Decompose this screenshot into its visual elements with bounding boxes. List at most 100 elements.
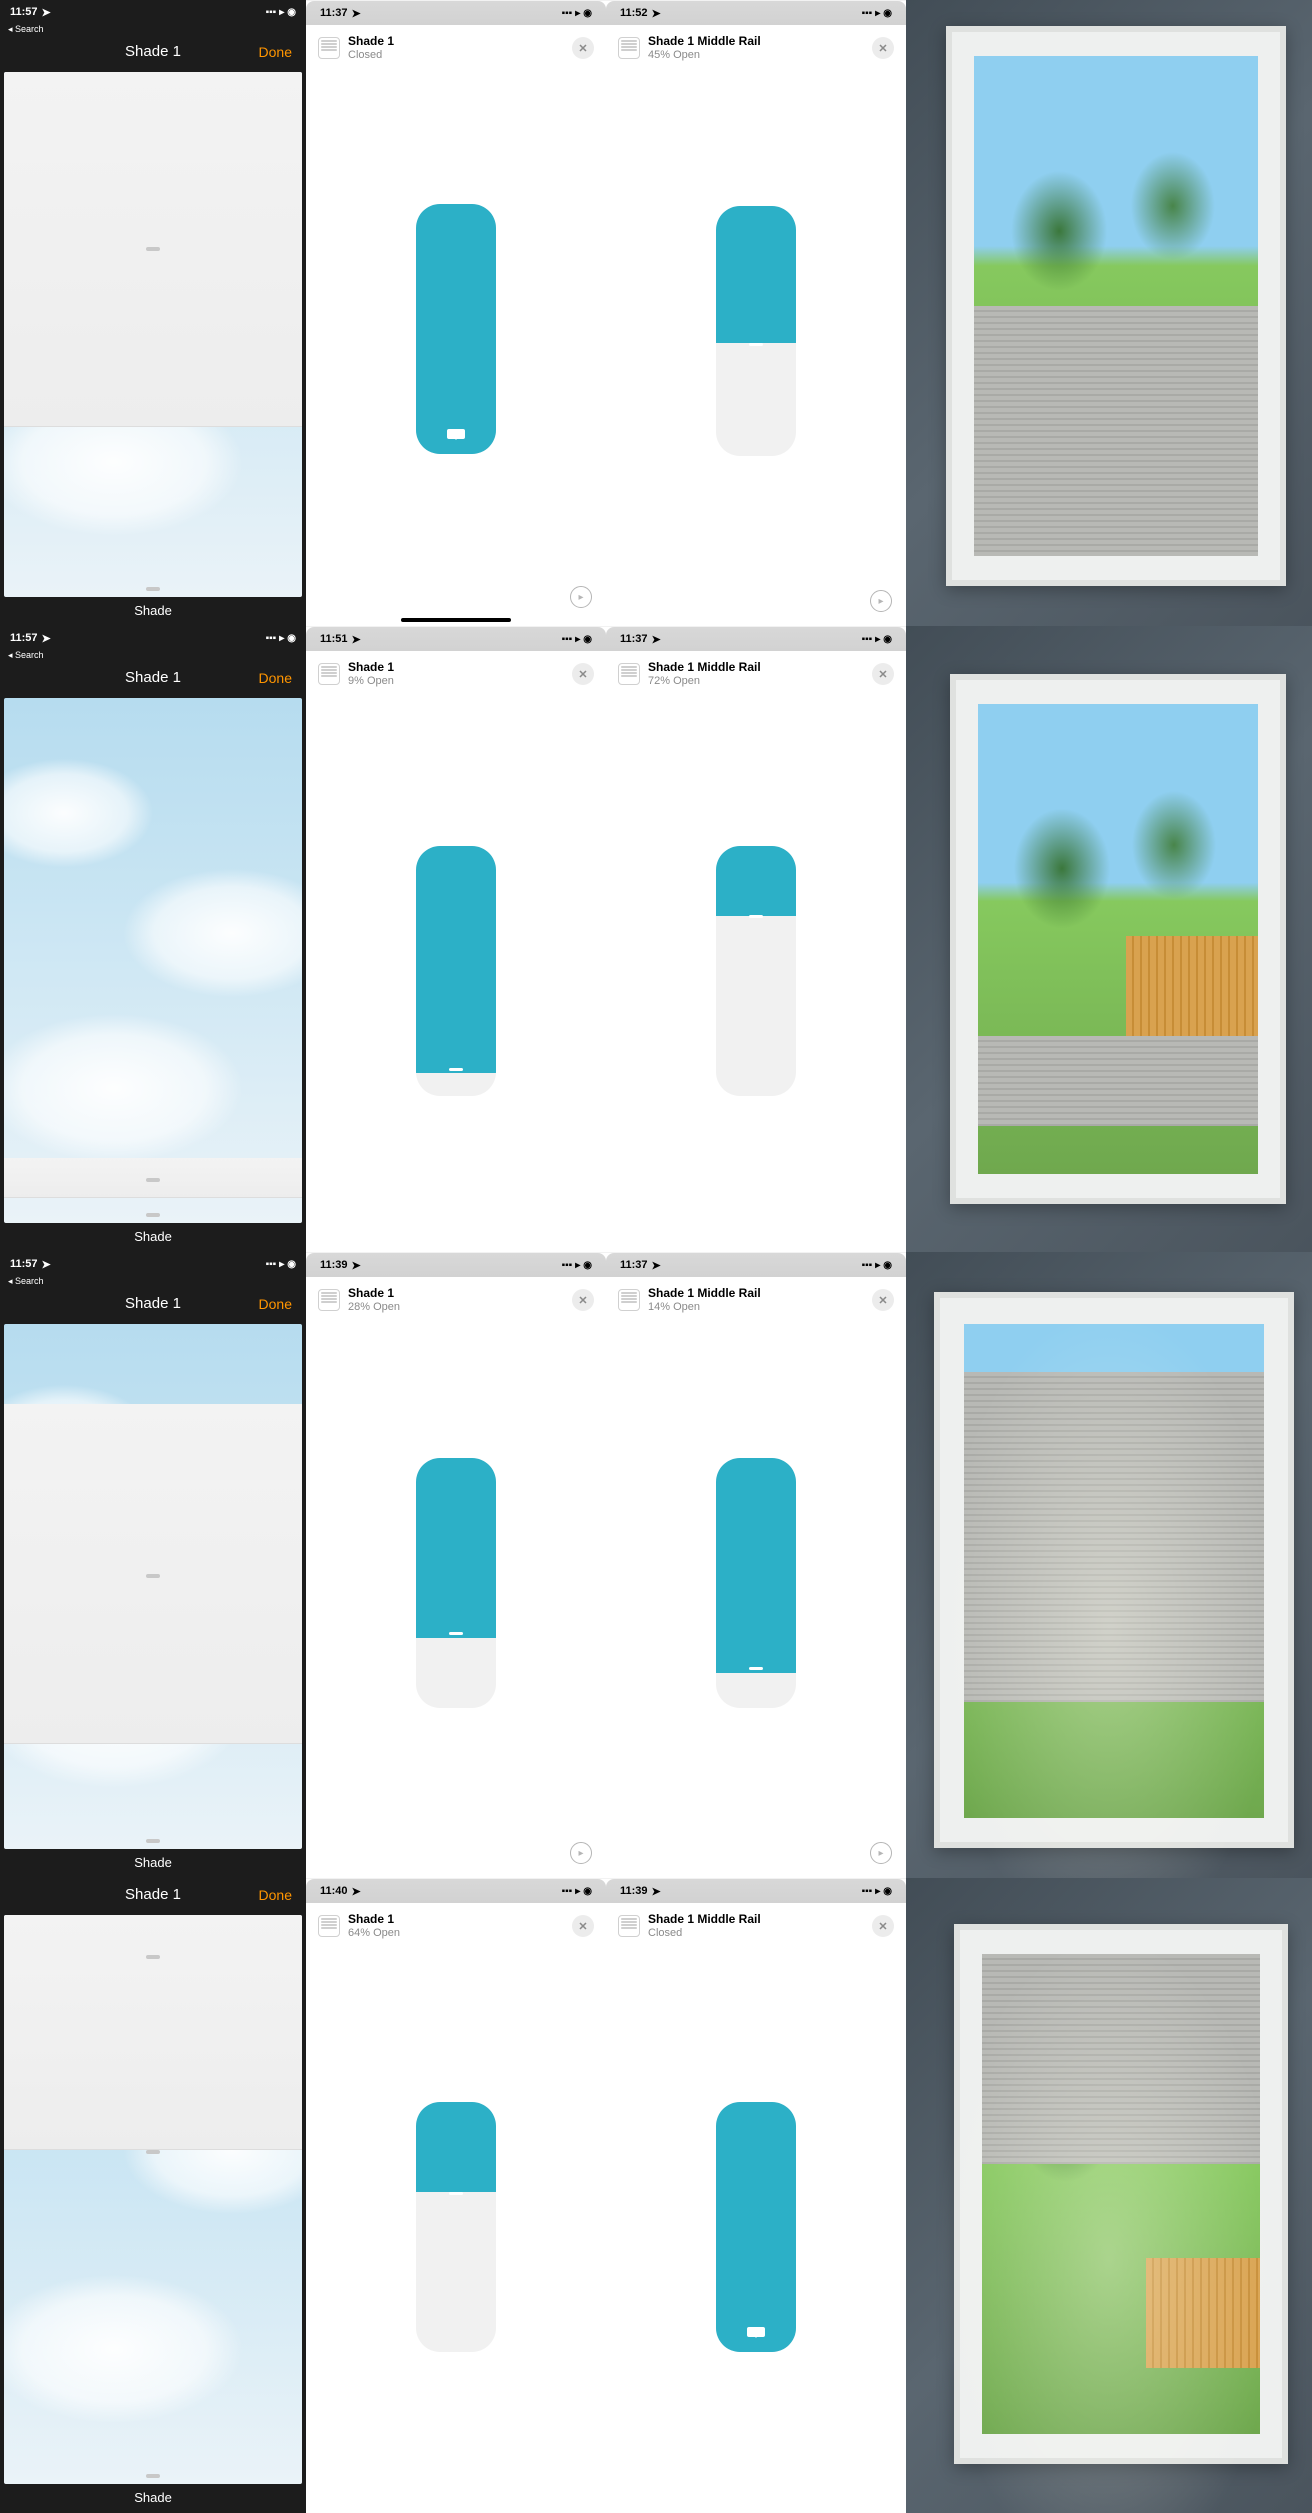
- status-icons: ▪▪▪▸◉: [862, 8, 892, 19]
- accessory-name: Shade 1 Middle Rail: [648, 1287, 864, 1301]
- shade-cover[interactable]: [4, 72, 302, 427]
- slider-handle-dash[interactable]: [749, 915, 763, 918]
- rail-mark: [146, 1574, 160, 1578]
- shade-slider[interactable]: [416, 204, 496, 454]
- shade-icon: [318, 1915, 340, 1937]
- shade-control-panel: 11:39➤▪▪▪▸◉ Shade 1 28% Open ✕ ▸: [306, 1252, 606, 1878]
- accessory-info: Shade 1 Middle Rail 45% Open: [648, 35, 864, 61]
- slider-area: [606, 697, 906, 1244]
- shade-control-panel: 11:37➤▪▪▪▸◉ Shade 1 Middle Rail 14% Open…: [606, 1252, 906, 1878]
- settings-button[interactable]: ▸: [870, 590, 892, 612]
- rail-mark: [146, 247, 160, 251]
- slider-handle-dash[interactable]: [449, 2192, 463, 2195]
- done-button[interactable]: Done: [259, 1887, 292, 1903]
- shade-control-panel: 11:40➤▪▪▪▸◉ Shade 1 64% Open ✕: [306, 1878, 606, 2513]
- close-button[interactable]: ✕: [572, 663, 594, 685]
- slider-handle-dash[interactable]: [449, 1632, 463, 1635]
- accessory-info: Shade 1 Middle Rail 72% Open: [648, 661, 864, 687]
- status-time: 11:39: [320, 1259, 348, 1271]
- blind-visual[interactable]: [4, 698, 302, 1223]
- shade-title: Shade 1: [125, 43, 181, 60]
- slider-handle-dash[interactable]: [449, 1068, 463, 1071]
- status-bar: 11:37➤▪▪▪▸◉: [606, 627, 906, 651]
- window-photo: [906, 626, 1312, 1252]
- shade-slider[interactable]: [716, 2102, 796, 2352]
- settings-button[interactable]: ▸: [570, 586, 592, 608]
- blind-visual[interactable]: [4, 1324, 302, 1849]
- done-button[interactable]: Done: [259, 1296, 292, 1312]
- status-bar: 11:52➤▪▪▪▸◉: [606, 1, 906, 25]
- slider-fill: [716, 2102, 796, 2352]
- shade-slider[interactable]: [716, 206, 796, 456]
- location-icon: ➤: [352, 1259, 361, 1272]
- panel-footer-label: Shade: [0, 1223, 306, 1252]
- panel-header: Shade 1 Done: [0, 1287, 306, 1320]
- blind-visual[interactable]: [4, 1915, 302, 2484]
- close-button[interactable]: ✕: [572, 37, 594, 59]
- shade-slider[interactable]: [416, 2102, 496, 2352]
- shade-cover[interactable]: [4, 1158, 302, 1198]
- shade-cover[interactable]: [4, 1404, 302, 1744]
- status-bar: 11:37➤▪▪▪▸◉: [306, 1, 606, 25]
- close-button[interactable]: ✕: [872, 663, 894, 685]
- physical-shade: [974, 306, 1258, 556]
- accessory-header: Shade 1 64% Open ✕: [306, 1903, 606, 1949]
- shade-control-panel: 11:51➤▪▪▪▸◉ Shade 1 9% Open ✕: [306, 626, 606, 1252]
- shade-icon: [318, 37, 340, 59]
- slider-handle-dash[interactable]: [749, 1667, 763, 1670]
- status-bar: 11:39➤▪▪▪▸◉: [306, 1253, 606, 1277]
- slider-handle-icon[interactable]: [447, 429, 465, 439]
- close-button[interactable]: ✕: [872, 1289, 894, 1311]
- back-to-search[interactable]: ◂ Search: [0, 650, 306, 661]
- status-icons: ▪▪▪▸◉: [562, 634, 592, 645]
- accessory-header: Shade 1 28% Open ✕: [306, 1277, 606, 1323]
- shade-title: Shade 1: [125, 1886, 181, 1903]
- close-button[interactable]: ✕: [572, 1289, 594, 1311]
- shade-icon: [618, 663, 640, 685]
- status-icons: ▪▪▪▸◉: [862, 634, 892, 645]
- location-icon: ➤: [42, 632, 51, 645]
- panel-footer-label: Shade: [0, 2484, 306, 2513]
- status-time: 11:37: [620, 1259, 648, 1271]
- done-button[interactable]: Done: [259, 670, 292, 686]
- shade-control-panel: 11:37➤▪▪▪▸◉ Shade 1 Closed ✕ ▸: [306, 0, 606, 626]
- close-button[interactable]: ✕: [572, 1915, 594, 1937]
- status-time: 11:52: [620, 7, 648, 19]
- accessory-status: 28% Open: [348, 1301, 564, 1314]
- shade-title: Shade 1: [125, 1295, 181, 1312]
- window-photo: [906, 1252, 1312, 1878]
- status-icons: ▪▪▪▸◉: [266, 633, 296, 644]
- close-button[interactable]: ✕: [872, 37, 894, 59]
- shade-slider[interactable]: [416, 1458, 496, 1708]
- slider-handle-icon[interactable]: [747, 2327, 765, 2337]
- blind-visual[interactable]: [4, 72, 302, 597]
- shade-slider[interactable]: [416, 846, 496, 1096]
- settings-button[interactable]: ▸: [870, 1842, 892, 1864]
- location-icon: ➤: [652, 633, 661, 646]
- location-icon: ➤: [352, 1885, 361, 1898]
- back-to-search[interactable]: ◂ Search: [0, 1276, 306, 1287]
- status-time: 11:40: [320, 1885, 348, 1897]
- back-to-search[interactable]: ◂ Search: [0, 24, 306, 35]
- shade-slider[interactable]: [716, 1458, 796, 1708]
- slider-fill: [716, 206, 796, 344]
- shade-preview-panel: 11:57➤▪▪▪▸◉ ◂ Search Shade 1 Done Shade: [0, 626, 306, 1252]
- accessory-name: Shade 1 Middle Rail: [648, 35, 864, 49]
- accessory-status: 64% Open: [348, 1927, 564, 1940]
- location-icon: ➤: [352, 633, 361, 646]
- bottom-rail-mark: [146, 2474, 160, 2478]
- accessory-name: Shade 1 Middle Rail: [648, 1913, 864, 1927]
- location-icon: ➤: [652, 1885, 661, 1898]
- settings-button[interactable]: ▸: [570, 1842, 592, 1864]
- accessory-status: Closed: [348, 49, 564, 62]
- shade-cover[interactable]: [4, 1915, 302, 2150]
- shade-slider[interactable]: [716, 846, 796, 1096]
- done-button[interactable]: Done: [259, 44, 292, 60]
- window-photo: [906, 1878, 1312, 2513]
- slider-handle-dash[interactable]: [749, 343, 763, 346]
- status-bar: 11:57➤▪▪▪▸◉: [0, 0, 306, 24]
- location-icon: ➤: [352, 7, 361, 20]
- bottom-rail-mark: [146, 1839, 160, 1843]
- close-button[interactable]: ✕: [872, 1915, 894, 1937]
- panel-header: Shade 1 Done: [0, 1878, 306, 1911]
